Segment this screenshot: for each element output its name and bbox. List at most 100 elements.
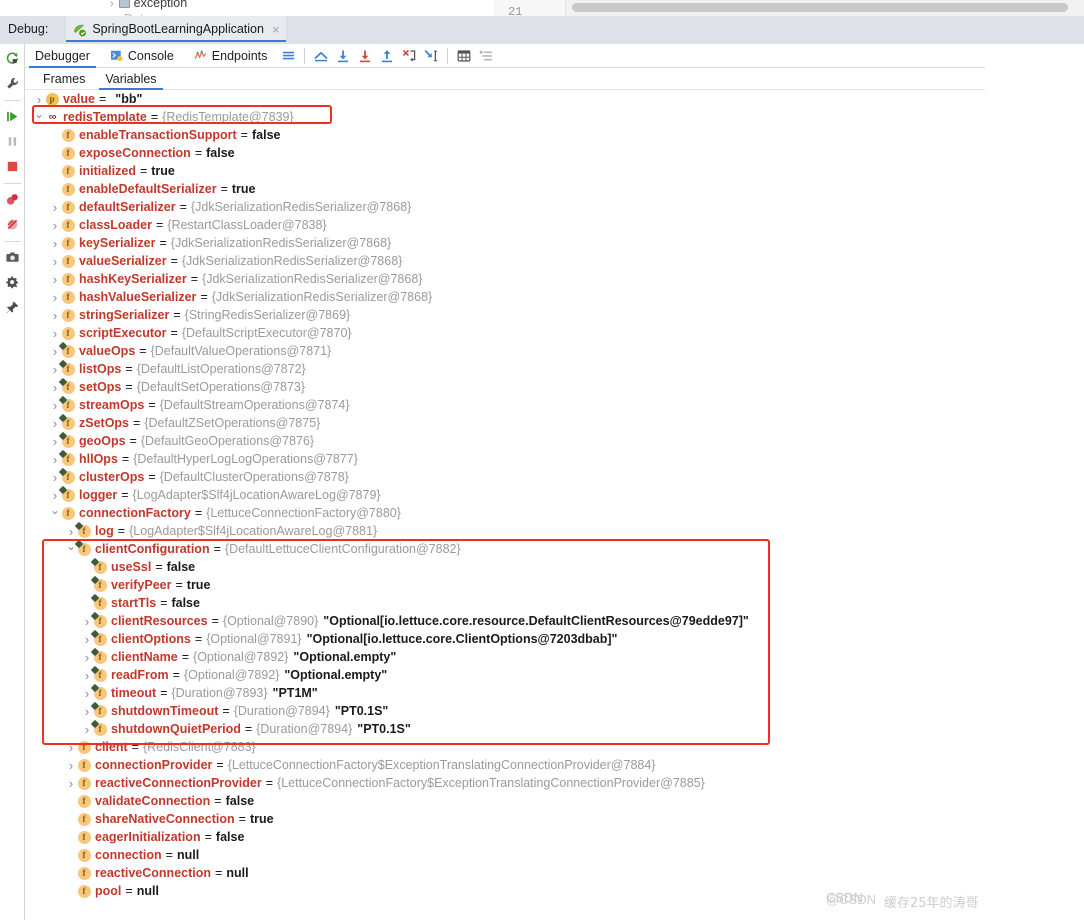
view-breakpoints-icon[interactable] [1, 188, 24, 211]
sub-tab-variables[interactable]: Variables [95, 68, 166, 90]
variable-row[interactable]: fgeoOps={DefaultGeoOperations@7876} [25, 432, 984, 450]
variable-row[interactable]: f enableDefaultSerializer = true [25, 180, 984, 198]
debugger-sub-tabs: Frames Variables [25, 68, 985, 90]
project-tree-item-exception[interactable]: › exception [110, 0, 187, 10]
debug-session-tab[interactable]: SpringBootLearningApplication × [66, 16, 286, 42]
variable-row[interactable]: f scriptExecutor={DefaultScriptExecutor@7… [25, 324, 984, 342]
variable-row[interactable]: f startTls = false [25, 594, 984, 612]
variable-row[interactable]: f listOps={DefaultListOperations@7872} [25, 360, 984, 378]
chevron-right-icon[interactable] [65, 741, 77, 754]
variable-row[interactable]: f clientConfiguration={DefaultLettuceClie… [25, 540, 984, 558]
chevron-right-icon[interactable] [49, 273, 61, 286]
chevron-right-icon[interactable] [65, 759, 77, 772]
layout-lines-icon[interactable] [277, 45, 299, 67]
tab-debugger[interactable]: Debugger [25, 44, 100, 68]
close-icon[interactable]: × [272, 23, 280, 36]
chevron-right-icon[interactable] [49, 237, 61, 250]
tab-endpoints[interactable]: Endpoints [184, 44, 278, 68]
gear-settings-icon[interactable] [1, 271, 24, 294]
variable-row[interactable]: flogger={LogAdapter$Slf4jLocationAwareLo… [25, 486, 984, 504]
variable-row[interactable]: f clientOptions={Optional@7891} "Optional[… [25, 630, 984, 648]
variable-row[interactable]: f exposeConnection = false [25, 144, 984, 162]
chevron-right-icon[interactable]: › [110, 0, 114, 10]
chevron-right-icon[interactable] [49, 327, 61, 340]
field-icon: f [61, 344, 75, 358]
force-step-into-icon[interactable] [398, 45, 420, 67]
folder-icon [118, 0, 130, 9]
chevron-right-icon[interactable] [49, 201, 61, 214]
variable-row[interactable]: f shutdownQuietPeriod={Duration@7894} "PT0… [25, 720, 984, 738]
variable-row[interactable]: f stringSerializer={StringRedisSerializer… [25, 306, 984, 324]
variable-row[interactable]: f verifyPeer = true [25, 576, 984, 594]
variable-row[interactable]: f reactiveConnection = null [25, 864, 984, 882]
equals-sign: = [150, 110, 159, 124]
variable-row[interactable]: f timeout={Duration@7893} "PT1M" [25, 684, 984, 702]
mute-breakpoints-icon[interactable] [1, 213, 24, 236]
equals-sign: = [179, 200, 187, 214]
variable-row[interactable]: f clientName={Optional@7892} "Optional.emp… [25, 648, 984, 666]
variable-row[interactable]: f connection = null [25, 846, 984, 864]
equals-sign: = [160, 686, 168, 700]
pin-tab-icon[interactable] [1, 296, 24, 319]
stop-icon[interactable] [1, 155, 24, 178]
toolbar-divider-1 [304, 47, 306, 64]
variable-row[interactable]: f useSsl = false [25, 558, 984, 576]
variable-row[interactable]: f shutdownTimeout={Duration@7894} "PT0.1S" [25, 702, 984, 720]
variable-row[interactable]: f readFrom={Optional@7892} "Optional.empty… [25, 666, 984, 684]
variable-row[interactable]: f defaultSerializer={JdkSerializationRedi… [25, 198, 984, 216]
variable-row[interactable]: f keySerializer={JdkSerializationRedisSer… [25, 234, 984, 252]
variable-row[interactable]: f shareNativeConnection = true [25, 810, 984, 828]
variable-row[interactable]: f reactiveConnectionProvider={LettuceConn… [25, 774, 984, 792]
chevron-right-icon[interactable] [49, 219, 61, 232]
camera-snapshot-icon[interactable] [1, 246, 24, 269]
variable-row[interactable]: f zSetOps={DefaultZSetOperations@7875} [25, 414, 984, 432]
chevron-right-icon[interactable] [65, 777, 77, 790]
editor-horizontal-scrollbar[interactable] [572, 3, 1068, 12]
pause-program-icon[interactable] [1, 130, 24, 153]
variable-row[interactable]: f connectionFactory={LettuceConnectionFac… [25, 504, 984, 522]
variable-row[interactable]: f clusterOps={DefaultClusterOperations@78… [25, 468, 984, 486]
debugger-toolbar: Debugger Console Endpoints [25, 44, 985, 68]
chevron-right-icon[interactable] [49, 255, 61, 268]
step-into-icon[interactable] [354, 45, 376, 67]
variable-row[interactable]: f clientResources={Optional@7890} "Optiona… [25, 612, 984, 630]
variable-row[interactable]: f connectionProvider={LettuceConnectionFa… [25, 756, 984, 774]
show-execution-point-icon[interactable] [310, 45, 332, 67]
rerun-icon[interactable] [1, 47, 24, 70]
chevron-down-icon[interactable] [33, 111, 45, 123]
equals-sign: = [204, 830, 212, 844]
tab-console[interactable]: Console [100, 44, 184, 68]
chevron-right-icon[interactable] [49, 291, 61, 304]
variable-row[interactable]: f valueSerializer={JdkSerializationRedisS… [25, 252, 984, 270]
field-icon: f [61, 416, 75, 430]
variable-row[interactable]: f hashKeySerializer={JdkSerializationRedi… [25, 270, 984, 288]
variable-row[interactable]: pvalue= "bb" [25, 90, 984, 108]
variable-row[interactable]: f enableTransactionSupport = false [25, 126, 984, 144]
sub-tab-frames[interactable]: Frames [33, 68, 95, 90]
variable-row[interactable]: f validateConnection = false [25, 792, 984, 810]
chevron-right-icon[interactable] [49, 309, 61, 322]
settings-list-icon[interactable] [475, 45, 497, 67]
variable-row[interactable]: f initialized = true [25, 162, 984, 180]
run-to-cursor-icon[interactable] [420, 45, 442, 67]
resume-program-icon[interactable] [1, 105, 24, 128]
chevron-down-icon[interactable] [49, 507, 61, 519]
wrench-settings-icon[interactable] [1, 72, 24, 95]
variable-row[interactable]: fhllOps={DefaultHyperLogLogOperations@78… [25, 450, 984, 468]
variable-row[interactable]: flog={LogAdapter$Slf4jLocationAwareLog@7… [25, 522, 984, 540]
variables-tree[interactable]: pvalue="bb"∞redisTemplate={RedisTemplate… [25, 90, 984, 920]
variable-name: connectionFactory [79, 506, 191, 520]
variable-row[interactable]: f streamOps={DefaultStreamOperations@7874… [25, 396, 984, 414]
variable-value: false [215, 830, 245, 844]
variable-row[interactable]: ∞ redisTemplate={RedisTemplate@7839} [25, 108, 984, 126]
variable-row[interactable]: f hashValueSerializer={JdkSerializationRe… [25, 288, 984, 306]
step-over-icon[interactable] [332, 45, 354, 67]
chevron-right-icon[interactable] [33, 93, 45, 106]
evaluate-expression-icon[interactable] [453, 45, 475, 67]
variable-row[interactable]: fclient={RedisClient@7883} [25, 738, 984, 756]
variable-row[interactable]: f valueOps={DefaultValueOperations@7871} [25, 342, 984, 360]
variable-row[interactable]: f eagerInitialization = false [25, 828, 984, 846]
step-out-icon[interactable] [376, 45, 398, 67]
variable-row[interactable]: f classLoader={RestartClassLoader@7838} [25, 216, 984, 234]
variable-row[interactable]: fsetOps={DefaultSetOperations@7873} [25, 378, 984, 396]
